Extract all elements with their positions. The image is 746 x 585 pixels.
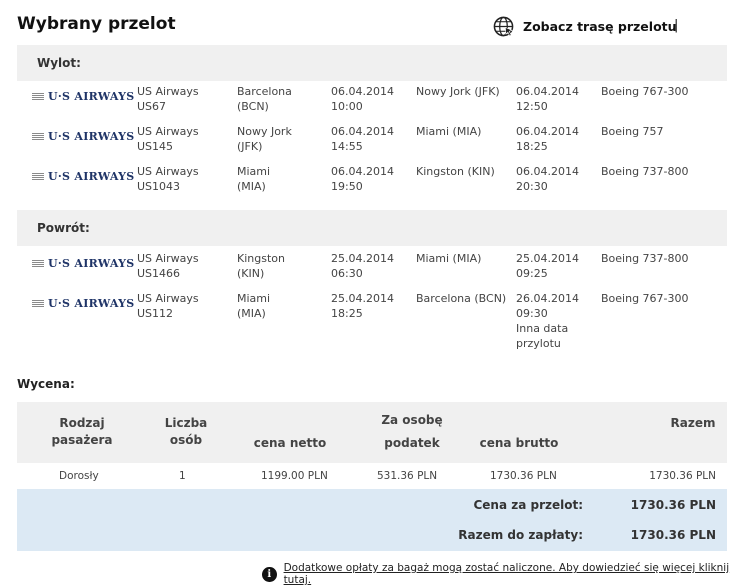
info-icon: i	[262, 566, 277, 582]
aircraft-type: Boeing 767-300	[601, 292, 689, 305]
arrival-city: Miami (MIA)	[416, 252, 482, 265]
col-header-tax: podatek	[384, 436, 440, 450]
flag-icon	[32, 93, 44, 100]
aircraft-type: Boeing 767-300	[601, 85, 689, 98]
departure-datetime: 06.04.2014 19:50	[331, 165, 394, 193]
return-label: Powrót:	[37, 221, 90, 235]
outbound-section-header: Wylot:	[17, 45, 727, 81]
col-header-per-person: Za osobę	[381, 413, 443, 427]
arrival-datetime: 06.04.2014 20:30	[516, 165, 579, 193]
net-price: 1199.00 PLN	[261, 470, 328, 482]
arrival-datetime: 06.04.2014 12:50	[516, 85, 579, 113]
airline-flight-number: US Airways US145	[137, 125, 199, 153]
departure-datetime: 06.04.2014 10:00	[331, 85, 394, 113]
departure-city: Kingston (KIN)	[237, 252, 285, 280]
departure-city: Barcelona (BCN)	[237, 85, 292, 113]
view-route-label: Zobacz trasę przelotu	[523, 19, 677, 34]
arrival-city: Miami (MIA)	[416, 125, 482, 138]
airline-flight-number: US Airways US67	[137, 85, 199, 113]
departure-city: Miami (MIA)	[237, 165, 271, 193]
view-route-link[interactable]: Zobacz trasę przelotu	[493, 16, 677, 37]
aircraft-type: Boeing 757	[601, 125, 664, 138]
airline-flight-number: US Airways US1043	[137, 165, 199, 193]
arrival-datetime: 25.04.2014 09:25	[516, 252, 579, 280]
pricing-row: Dorosły 1 1199.00 PLN 531.36 PLN 1730.36…	[17, 463, 727, 489]
arrival-datetime: 06.04.2014 18:25	[516, 125, 579, 153]
flag-icon	[32, 260, 44, 267]
row-total: 1730.36 PLN	[649, 470, 716, 482]
departure-city: Miami (MIA)	[237, 292, 271, 320]
airline-flight-number: US Airways US112	[137, 292, 199, 320]
arrival-datetime: 26.04.2014 09:30 Inna data przylotu	[516, 292, 579, 350]
amount-due-label: Razem do zapłaty:	[458, 528, 583, 542]
airline-logo: U·S AIRWAYS	[32, 296, 135, 311]
airline-flight-number: US Airways US1466	[137, 252, 199, 280]
passenger-type: Dorosły	[59, 470, 99, 482]
return-section-header: Powrót:	[17, 210, 727, 246]
departure-city: Nowy Jork (JFK)	[237, 125, 292, 153]
airline-logo: U·S AIRWAYS	[32, 129, 135, 144]
col-header-passenger-type: Rodzaj pasażera	[51, 416, 113, 447]
passenger-count: 1	[179, 470, 186, 482]
flag-icon	[32, 173, 44, 180]
col-header-count: Liczba osób	[164, 416, 208, 447]
outbound-label: Wylot:	[37, 56, 81, 70]
tax-amount: 531.36 PLN	[377, 470, 438, 482]
header-separator: |	[674, 18, 679, 33]
aircraft-type: Boeing 737-800	[601, 165, 689, 178]
departure-datetime: 06.04.2014 14:55	[331, 125, 394, 153]
flag-icon	[32, 300, 44, 307]
arrival-city: Kingston (KIN)	[416, 165, 495, 178]
flag-icon	[32, 133, 44, 140]
pricing-label: Wycena:	[17, 377, 75, 391]
totals-panel: Cena za przelot: 1730.36 PLN Razem do za…	[17, 489, 727, 551]
col-header-total: Razem	[670, 416, 716, 430]
airline-logo: U·S AIRWAYS	[32, 169, 135, 184]
col-header-gross: cena brutto	[479, 436, 559, 450]
arrival-city: Barcelona (BCN)	[416, 292, 507, 305]
pricing-table-header: Rodzaj pasażera Liczba osób Za osobę cen…	[17, 402, 727, 463]
arrival-city: Nowy Jork (JFK)	[416, 85, 500, 98]
baggage-fees-link[interactable]: Dodatkowe opłaty za bagaż mogą zostać na…	[284, 562, 746, 585]
globe-icon	[493, 16, 514, 37]
airline-logo: U·S AIRWAYS	[32, 89, 135, 104]
col-header-net: cena netto	[253, 436, 327, 450]
baggage-note: i Dodatkowe opłaty za bagaż mogą zostać …	[262, 562, 746, 585]
departure-datetime: 25.04.2014 06:30	[331, 252, 394, 280]
amount-due-value: 1730.36 PLN	[630, 528, 716, 542]
departure-datetime: 25.04.2014 18:25	[331, 292, 394, 320]
gross-price: 1730.36 PLN	[490, 470, 557, 482]
airline-logo: U·S AIRWAYS	[32, 256, 135, 271]
flight-price-label: Cena za przelot:	[473, 498, 583, 512]
aircraft-type: Boeing 737-800	[601, 252, 689, 265]
flight-price-value: 1730.36 PLN	[630, 498, 716, 512]
page-title: Wybrany przelot	[17, 14, 176, 34]
